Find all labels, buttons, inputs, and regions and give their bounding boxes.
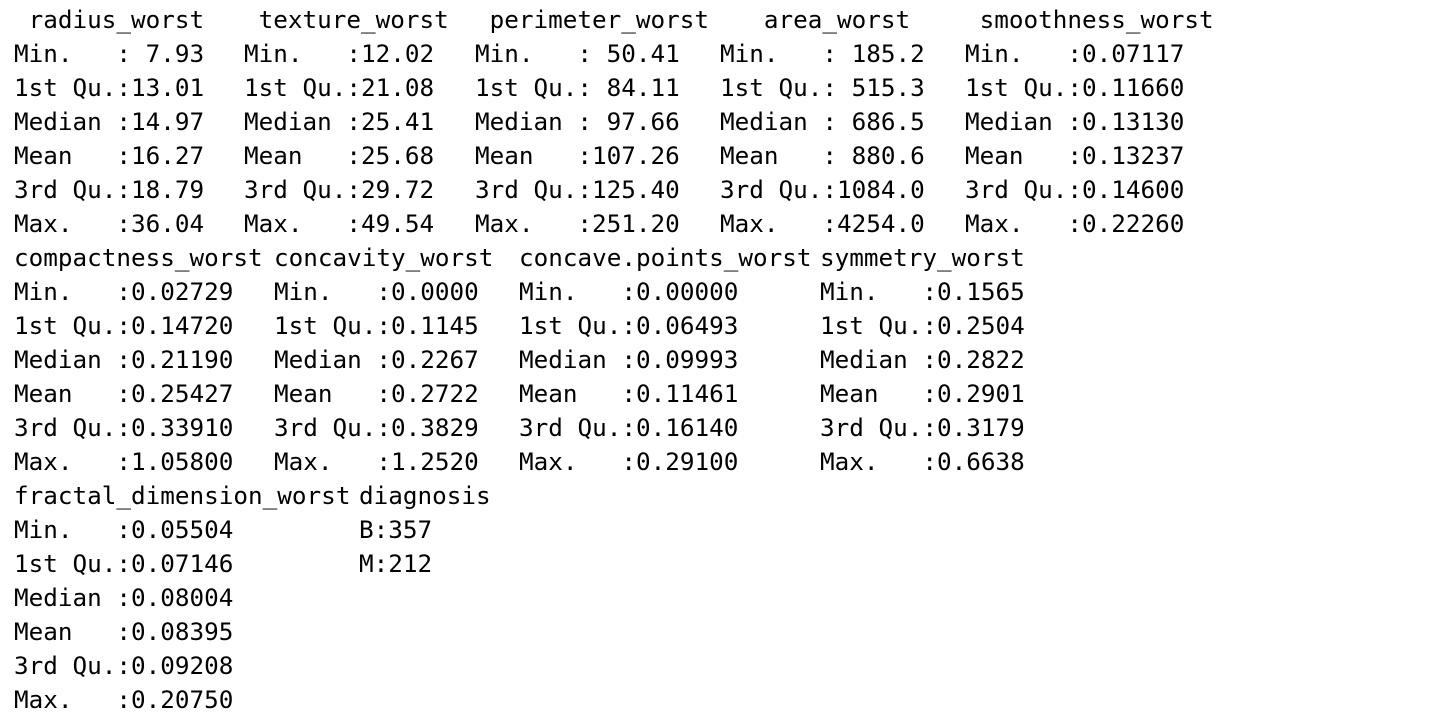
summary-stat-row: Mean :16.27 <box>14 141 205 170</box>
summary-stat-row: 3rd Qu.:0.3829 <box>274 413 479 442</box>
summary-stat-row: Max. :1.2520 <box>274 447 479 476</box>
summary-stat-row: 3rd Qu.:1084.0 <box>720 175 925 204</box>
summary-stat-row: 1st Qu.:0.06493 <box>519 311 739 340</box>
summary-stat-row: 3rd Qu.:29.72 <box>244 175 435 204</box>
summary-stat-row: Mean :0.11461 <box>519 379 739 408</box>
summary-stat-row: 1st Qu.:21.08 <box>244 73 435 102</box>
summary-stat-row: Min. :12.02 <box>244 39 435 68</box>
summary-stat-row: 3rd Qu.:125.40 <box>475 175 680 204</box>
summary-stat-row: Mean :0.25427 <box>14 379 234 408</box>
column-header: compactness_worst <box>14 243 263 272</box>
column-header: perimeter_worst <box>475 5 710 34</box>
summary-stat-row: 1st Qu.: 515.3 <box>720 73 925 102</box>
summary-stat-row: Median :14.97 <box>14 107 205 136</box>
summary-stat-row: 1st Qu.:0.14720 <box>14 311 234 340</box>
column-header: area_worst <box>720 5 911 34</box>
column-header: symmetry_worst <box>820 243 1025 272</box>
summary-stat-row: Min. : 185.2 <box>720 39 925 68</box>
summary-stat-row: Min. :0.07117 <box>965 39 1185 68</box>
summary-stat-row: Median :25.41 <box>244 107 435 136</box>
column-header: smoothness_worst <box>965 5 1214 34</box>
summary-stat-row: Mean : 880.6 <box>720 141 925 170</box>
r-summary-output: radius_worst Min. : 7.93 1st Qu.:13.01 Medi… <box>0 0 1436 726</box>
summary-stat-row: Max. :0.6638 <box>820 447 1025 476</box>
summary-stat-row: Median :0.2822 <box>820 345 1025 374</box>
summary-stat-row: Max. :0.29100 <box>519 447 739 476</box>
summary-stat-row: 1st Qu.:0.2504 <box>820 311 1025 340</box>
column-header: fractal_dimension_worst <box>14 481 351 510</box>
summary-stat-row: 3rd Qu.:0.09208 <box>14 651 234 680</box>
summary-stat-row: Min. : 50.41 <box>475 39 680 68</box>
summary-stat-row: Min. : 7.93 <box>14 39 205 68</box>
summary-stat-row: Median :0.13130 <box>965 107 1185 136</box>
summary-stat-row: Mean :25.68 <box>244 141 435 170</box>
summary-stat-row: 1st Qu.:0.1145 <box>274 311 479 340</box>
summary-stat-row: Median : 686.5 <box>720 107 925 136</box>
summary-stat-row: 1st Qu.: 84.11 <box>475 73 680 102</box>
column-header: texture_worst <box>244 5 449 34</box>
summary-stat-row: 3rd Qu.:0.16140 <box>519 413 739 442</box>
summary-stat-row: 3rd Qu.:0.33910 <box>14 413 234 442</box>
summary-stat-row: 1st Qu.:0.07146 <box>14 549 234 578</box>
summary-stat-row: Min. :0.0000 <box>274 277 479 306</box>
column-header: radius_worst <box>14 5 205 34</box>
column-header: diagnosis <box>359 481 491 510</box>
summary-stat-row: Mean :0.2901 <box>820 379 1025 408</box>
summary-stat-row: Median :0.09993 <box>519 345 739 374</box>
summary-stat-row: 1st Qu.:13.01 <box>14 73 205 102</box>
summary-stat-row: 3rd Qu.:0.14600 <box>965 175 1185 204</box>
summary-stat-row: Min. :0.02729 <box>14 277 234 306</box>
summary-stat-row: Median :0.08004 <box>14 583 234 612</box>
summary-stat-row: Max. :251.20 <box>475 209 680 238</box>
summary-stat-row: Max. :49.54 <box>244 209 435 238</box>
summary-stat-row: Max. :0.20750 <box>14 685 234 714</box>
summary-stat-row: Mean :0.2722 <box>274 379 479 408</box>
summary-stat-row: Max. :1.05800 <box>14 447 234 476</box>
summary-stat-row: 1st Qu.:0.11660 <box>965 73 1185 102</box>
summary-stat-row: Mean :107.26 <box>475 141 680 170</box>
column-header: concavity_worst <box>274 243 494 272</box>
summary-stat-row: Median : 97.66 <box>475 107 680 136</box>
column-header: concave.points_worst <box>519 243 812 272</box>
summary-stat-row: M:212 <box>359 549 433 578</box>
summary-stat-row: Max. :0.22260 <box>965 209 1185 238</box>
summary-stat-row: Mean :0.08395 <box>14 617 234 646</box>
summary-stat-row: Max. :4254.0 <box>720 209 925 238</box>
summary-stat-row: Min. :0.05504 <box>14 515 234 544</box>
summary-stat-row: Max. :36.04 <box>14 209 205 238</box>
summary-stat-row: 3rd Qu.:0.3179 <box>820 413 1025 442</box>
summary-stat-row: Mean :0.13237 <box>965 141 1185 170</box>
summary-stat-row: Min. :0.00000 <box>519 277 739 306</box>
summary-stat-row: 3rd Qu.:18.79 <box>14 175 205 204</box>
summary-stat-row: Median :0.2267 <box>274 345 479 374</box>
summary-stat-row: Min. :0.1565 <box>820 277 1025 306</box>
summary-stat-row: Median :0.21190 <box>14 345 234 374</box>
summary-stat-row: B:357 <box>359 515 433 544</box>
